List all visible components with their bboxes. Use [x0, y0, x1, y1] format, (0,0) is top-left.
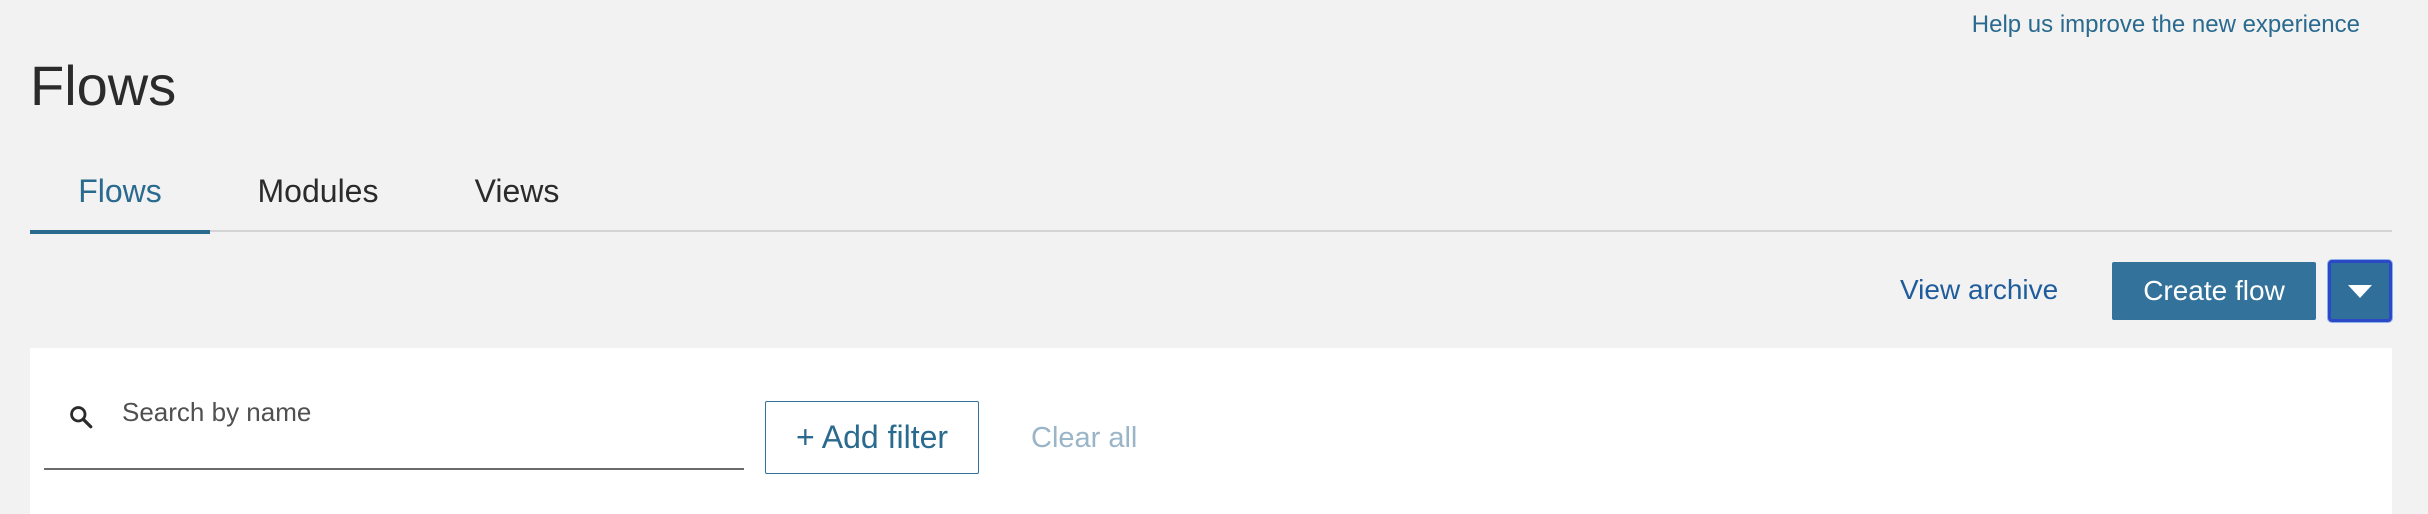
chevron-down-icon: [2348, 284, 2372, 298]
flows-page: Help us improve the new experience Flows…: [0, 0, 2428, 514]
filter-panel: + Add filter Clear all: [30, 348, 2392, 514]
view-archive-link[interactable]: View archive: [1900, 274, 2058, 306]
tab-modules[interactable]: Modules: [210, 170, 426, 232]
clear-all-link[interactable]: Clear all: [1031, 422, 1137, 455]
search-icon: [70, 406, 93, 429]
add-filter-button[interactable]: + Add filter: [765, 401, 979, 474]
feedback-link[interactable]: Help us improve the new experience: [1972, 11, 2360, 39]
create-flow-button[interactable]: Create flow: [2112, 262, 2316, 320]
page-title: Flows: [30, 54, 177, 117]
search-input[interactable]: [122, 392, 722, 432]
tab-bar: Flows Modules Views: [30, 170, 2392, 234]
tab-flows[interactable]: Flows: [30, 170, 210, 234]
tab-views[interactable]: Views: [426, 170, 608, 232]
create-flow-dropdown-button[interactable]: [2328, 260, 2392, 322]
